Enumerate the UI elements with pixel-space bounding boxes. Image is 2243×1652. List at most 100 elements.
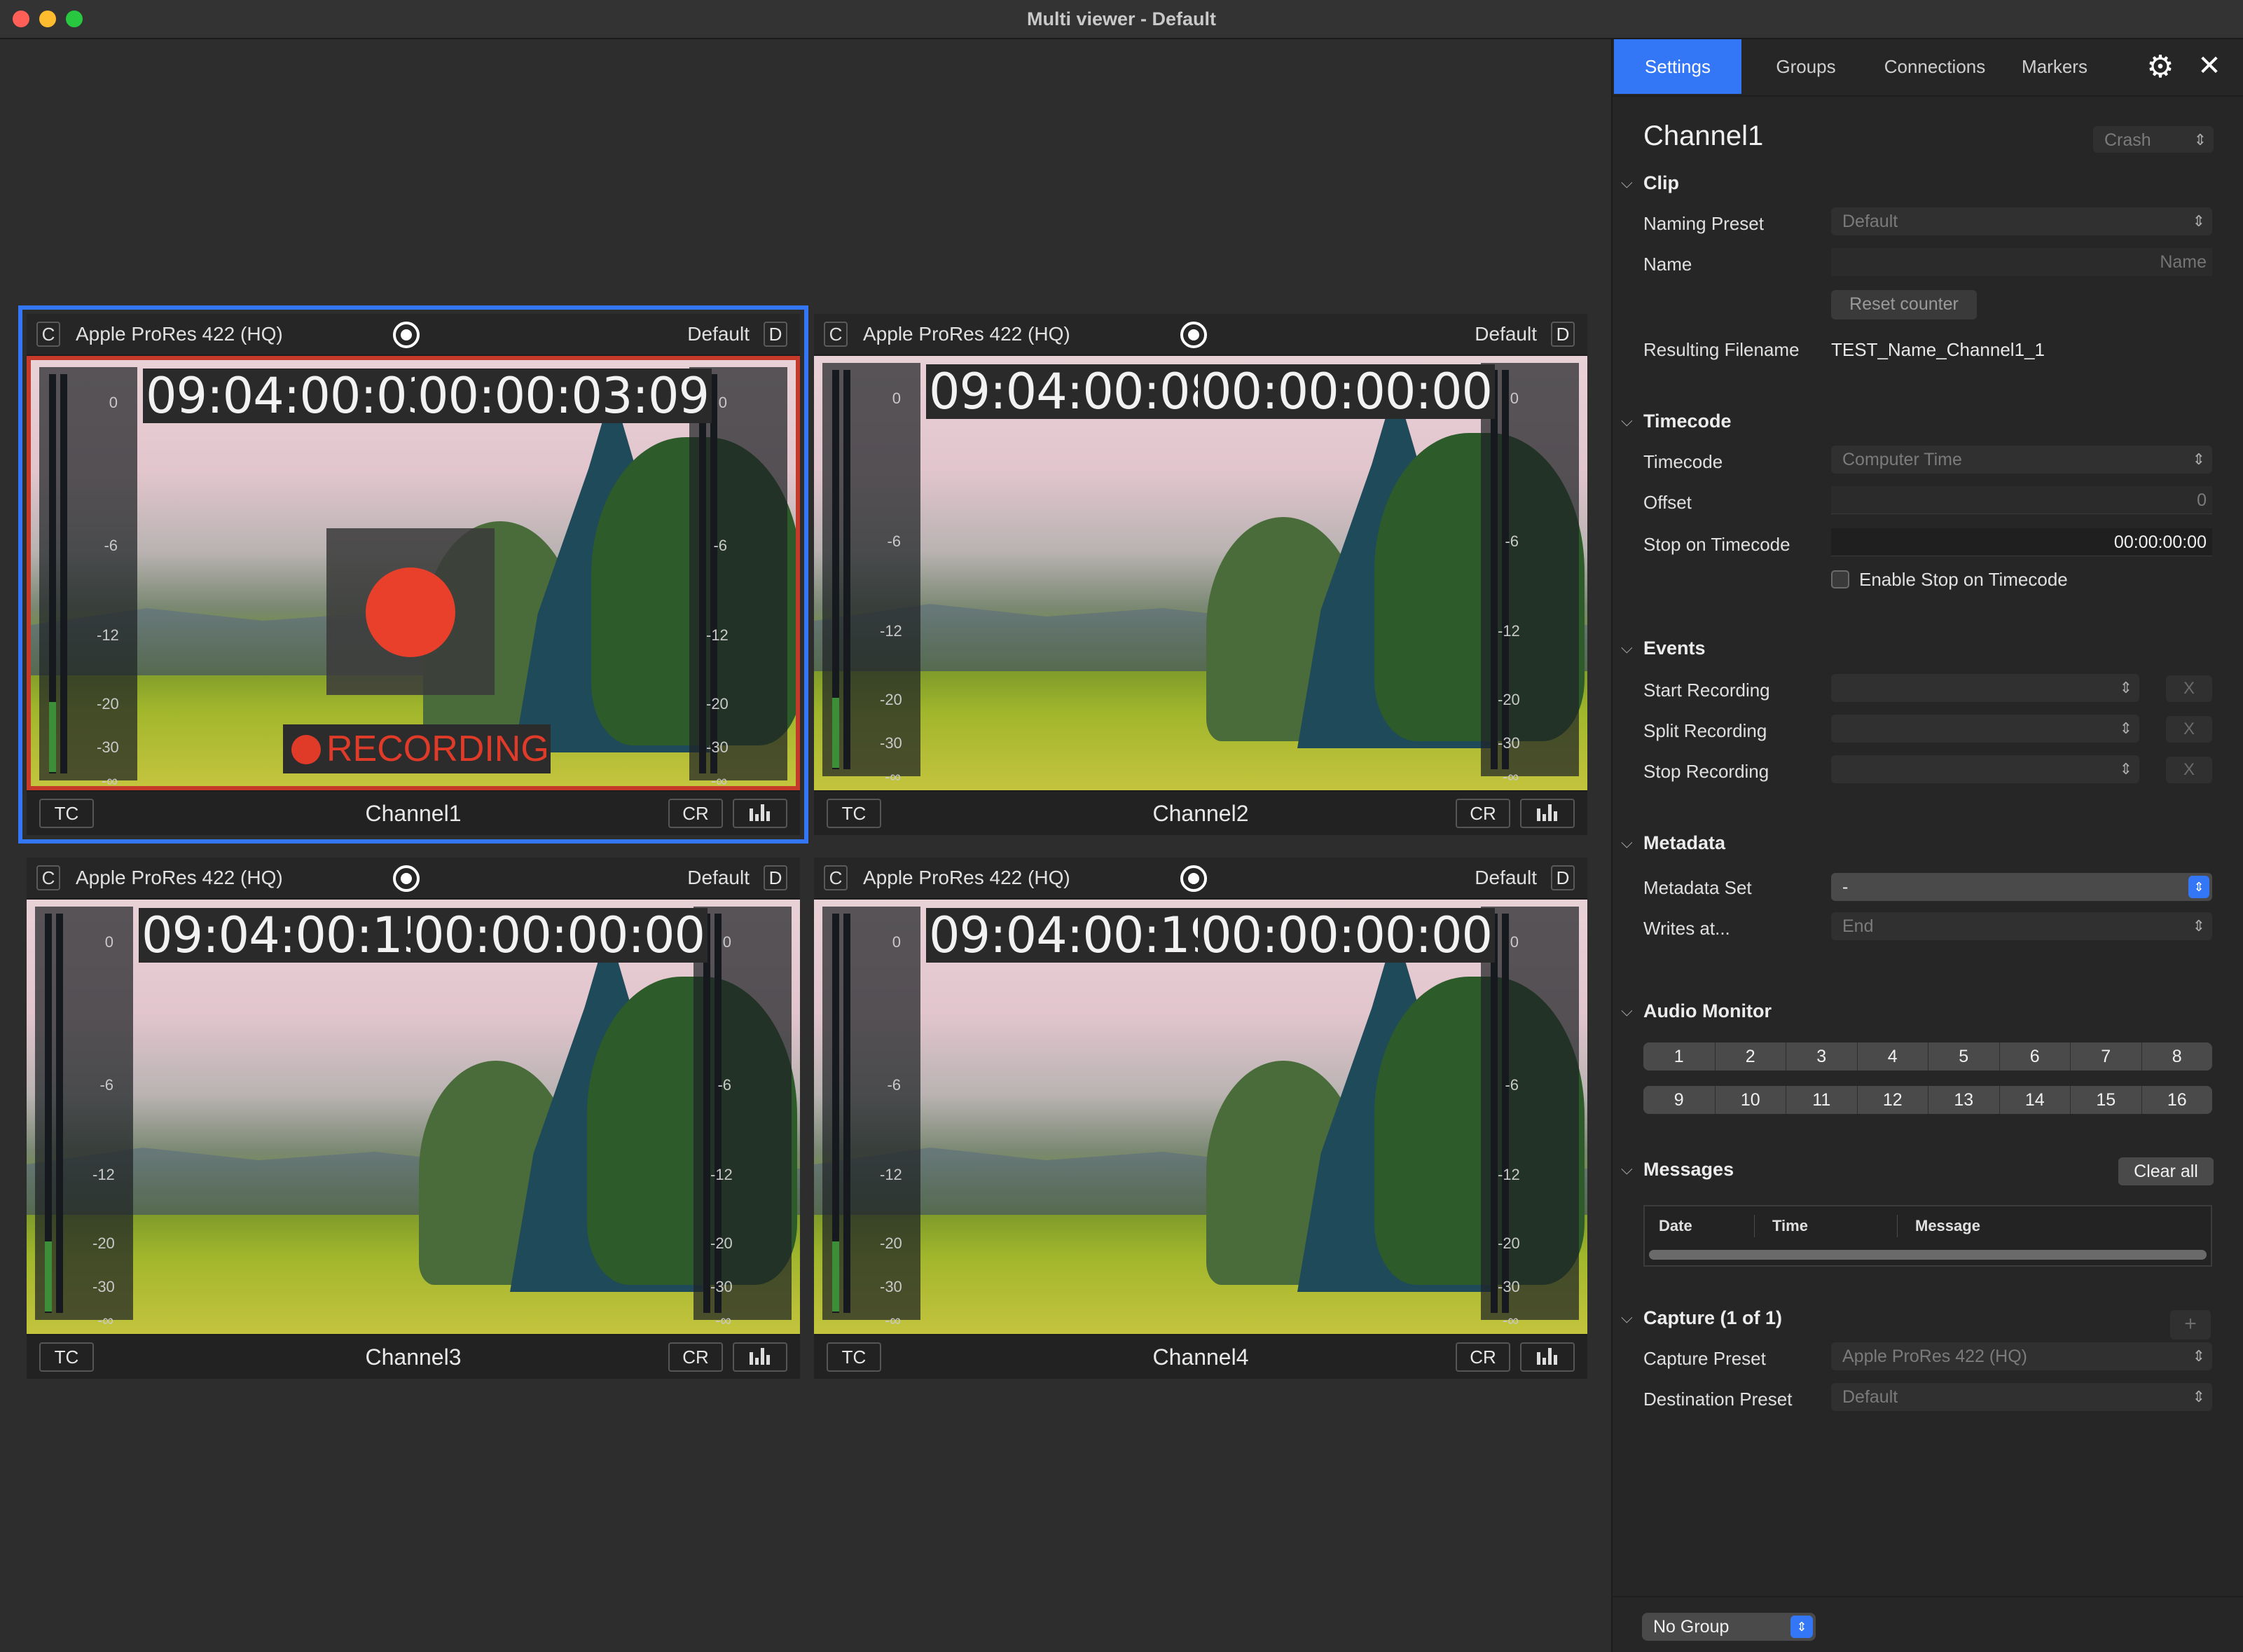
chevron-down-icon[interactable]: ⌵	[1621, 834, 1633, 852]
audio-channel-button[interactable]: 12	[1856, 1086, 1928, 1114]
audio-channel-button[interactable]: 9	[1643, 1086, 1715, 1114]
audio-channel-button[interactable]: 6	[1999, 1042, 2071, 1071]
tab-settings[interactable]: Settings	[1614, 39, 1741, 94]
chevron-down-icon[interactable]: ⌵	[1621, 1309, 1633, 1327]
audio-channel-button[interactable]: 15	[2070, 1086, 2141, 1114]
histogram-icon[interactable]	[1520, 1342, 1575, 1372]
stop-recording-select[interactable]: ⇕	[1831, 755, 2139, 783]
audio-channel-button[interactable]: 11	[1786, 1086, 1857, 1114]
group-select[interactable]: No Group ⇕	[1642, 1613, 1816, 1641]
video-preview[interactable]: 0 -6 -12 -20 -30 -∞ 0 -6 -12 -20 -30 -∞ 09:04:00:03 0…	[27, 356, 800, 790]
tc-button[interactable]: TC	[827, 1342, 881, 1372]
crash-select[interactable]: Crash ⇕	[2093, 126, 2214, 153]
reset-counter-button[interactable]: Reset counter	[1831, 290, 1977, 319]
c-button[interactable]: C	[36, 322, 60, 347]
d-button[interactable]: D	[764, 865, 787, 890]
c-button[interactable]: C	[824, 865, 848, 890]
histogram-icon[interactable]	[733, 1342, 787, 1372]
tab-groups[interactable]: Groups	[1750, 39, 1862, 94]
cr-button[interactable]: CR	[668, 1342, 723, 1372]
viewport-3[interactable]: C Apple ProRes 422 (HQ) Default D 0 -6 -12 -20 -…	[27, 858, 800, 1379]
audio-channel-button[interactable]: 4	[1856, 1042, 1928, 1071]
chevron-down-icon[interactable]: ⌵	[1621, 412, 1633, 430]
record-button[interactable]	[393, 322, 420, 348]
gear-icon[interactable]: ⚙	[2145, 52, 2176, 83]
audio-channel-button[interactable]: 2	[1714, 1042, 1786, 1071]
audio-channel-button[interactable]: 13	[1928, 1086, 1999, 1114]
video-preview[interactable]: 0 -6 -12 -20 -30 -∞ 0 -6 -12 -20 -30 -∞ 09:04:00:08 0…	[814, 356, 1587, 790]
column-date[interactable]: Date	[1659, 1206, 1692, 1246]
offset-input[interactable]: 0	[1831, 486, 2212, 514]
c-button[interactable]: C	[824, 322, 848, 347]
stop-timecode-input[interactable]: 00:00:00:00	[1831, 528, 2212, 556]
enable-stop-checkbox[interactable]	[1831, 570, 1849, 588]
tc-button[interactable]: TC	[39, 799, 94, 828]
close-window-button[interactable]	[13, 11, 29, 27]
section-messages[interactable]: Messages	[1643, 1159, 1734, 1181]
audio-channel-button[interactable]: 14	[1999, 1086, 2071, 1114]
histogram-icon[interactable]	[1520, 799, 1575, 828]
d-button[interactable]: D	[1551, 322, 1575, 347]
stop-recording-clear-button[interactable]: X	[2166, 757, 2212, 783]
clear-all-button[interactable]: Clear all	[2118, 1157, 2214, 1185]
section-audio-monitor[interactable]: Audio Monitor	[1643, 1000, 1772, 1022]
audio-channel-button[interactable]: 1	[1643, 1042, 1715, 1071]
writes-at-select[interactable]: End ⇕	[1831, 912, 2212, 940]
audio-channel-button[interactable]: 7	[2070, 1042, 2141, 1071]
start-recording-select[interactable]: ⇕	[1831, 674, 2139, 702]
chevron-down-icon[interactable]: ⌵	[1621, 1160, 1633, 1178]
d-button[interactable]: D	[764, 322, 787, 347]
name-input[interactable]	[1831, 248, 2212, 276]
cr-button[interactable]: CR	[1456, 799, 1510, 828]
tc-button[interactable]: TC	[39, 1342, 94, 1372]
cr-button[interactable]: CR	[668, 799, 723, 828]
viewport-1[interactable]: C Apple ProRes 422 (HQ) Default D 0 -6 -12 -20 -…	[18, 305, 808, 844]
viewport-4[interactable]: C Apple ProRes 422 (HQ) Default D 0 -6 -12 -20 -…	[814, 858, 1587, 1379]
split-recording-select[interactable]: ⇕	[1831, 715, 2139, 743]
horizontal-scrollbar[interactable]	[1649, 1250, 2207, 1260]
audio-channel-button[interactable]: 16	[2141, 1086, 2213, 1114]
destination-preset-select[interactable]: Default ⇕	[1831, 1383, 2212, 1411]
naming-preset-select[interactable]: Default ⇕	[1831, 207, 2212, 235]
video-preview[interactable]: 0 -6 -12 -20 -30 -∞ 0 -6 -12 -20 -30 -∞ 09:04:00:15 0…	[27, 900, 800, 1334]
chevron-down-icon[interactable]: ⌵	[1621, 639, 1633, 657]
record-button[interactable]	[393, 865, 420, 892]
audio-channel-button[interactable]: 10	[1714, 1086, 1786, 1114]
chevron-down-icon[interactable]: ⌵	[1621, 1002, 1633, 1020]
minimize-window-button[interactable]	[39, 11, 56, 27]
video-preview[interactable]: 0 -6 -12 -20 -30 -∞ 0 -6 -12 -20 -30 -∞ 09:04:00:19 0…	[814, 900, 1587, 1334]
duration-display: 00:00:03:09	[415, 369, 712, 423]
section-events[interactable]: Events	[1643, 638, 1706, 659]
split-recording-clear-button[interactable]: X	[2166, 716, 2212, 743]
add-capture-button[interactable]: +	[2170, 1310, 2211, 1340]
section-timecode[interactable]: Timecode	[1643, 411, 1732, 432]
section-metadata[interactable]: Metadata	[1643, 832, 1725, 854]
column-message[interactable]: Message	[1915, 1206, 1980, 1246]
tab-connections[interactable]: Connections	[1873, 39, 1996, 94]
metadata-set-select[interactable]: - ⇕	[1831, 873, 2212, 901]
tab-markers[interactable]: Markers	[2008, 39, 2101, 94]
viewport-2[interactable]: C Apple ProRes 422 (HQ) Default D 0 -6 -12 -20 -…	[814, 314, 1587, 835]
capture-preset-select[interactable]: Apple ProRes 422 (HQ) ⇕	[1831, 1342, 2212, 1370]
zoom-window-button[interactable]	[66, 11, 83, 27]
codec-label: Apple ProRes 422 (HQ)	[76, 323, 283, 345]
record-button[interactable]	[1180, 865, 1207, 892]
close-icon[interactable]: ✕	[2194, 50, 2225, 81]
column-time[interactable]: Time	[1772, 1206, 1808, 1246]
c-button[interactable]: C	[36, 865, 60, 890]
audio-channel-button[interactable]: 5	[1928, 1042, 1999, 1071]
histogram-icon[interactable]	[733, 799, 787, 828]
record-button[interactable]	[1180, 322, 1207, 348]
cr-button[interactable]: CR	[1456, 1342, 1510, 1372]
d-button[interactable]: D	[1551, 865, 1575, 890]
section-capture[interactable]: Capture (1 of 1)	[1643, 1307, 1782, 1329]
tc-button[interactable]: TC	[827, 799, 881, 828]
chevron-down-icon[interactable]: ⌵	[1621, 174, 1633, 192]
start-recording-clear-button[interactable]: X	[2166, 675, 2212, 702]
timecode-select[interactable]: Computer Time ⇕	[1831, 446, 2212, 474]
audio-channel-button[interactable]: 8	[2141, 1042, 2213, 1071]
audio-channel-button[interactable]: 3	[1786, 1042, 1857, 1071]
section-clip[interactable]: Clip	[1643, 172, 1679, 194]
meter-tick: -12	[706, 626, 729, 644]
split-recording-label: Split Recording	[1643, 720, 1767, 741]
